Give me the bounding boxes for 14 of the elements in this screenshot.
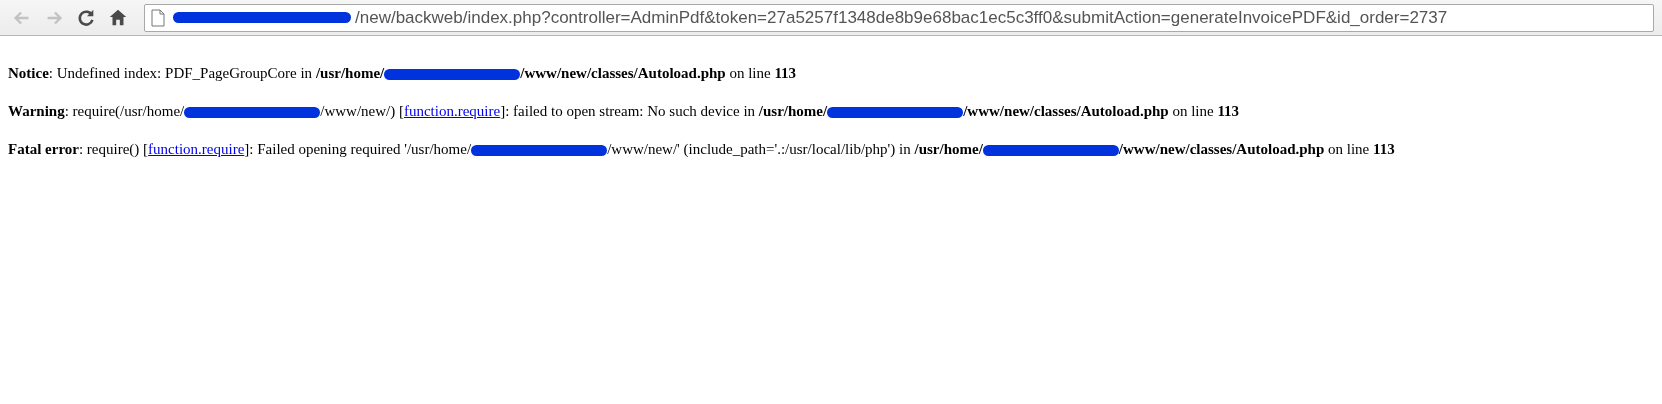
page-icon bbox=[151, 8, 165, 27]
error-text: /www/new/classes/Autoload.php on line 113 bbox=[1118, 141, 1395, 157]
doc-link[interactable]: function.require bbox=[403, 103, 501, 119]
error-text: ]: failed to open stream: No such device in /usr/home/ bbox=[500, 103, 828, 119]
error-text: ]: Failed opening required '/usr/home/ bbox=[244, 141, 472, 157]
error-text: Notice: Undefined index: PDF_PageGroupCore in /usr/home/ bbox=[8, 65, 385, 81]
error-text: /www/new/classes/Autoload.php on line 113 bbox=[520, 65, 797, 81]
error-text: Fatal error: require() [ bbox=[8, 141, 149, 157]
doc-link[interactable]: function.require bbox=[148, 141, 245, 157]
error-text: /www/new/classes/Autoload.php on line 113 bbox=[963, 103, 1240, 119]
address-bar[interactable]: /new/backweb/index.php?controller=AdminPdf&token=27a5257f1348de8b9e68bac1ec5c3ff0&submitAction=generateInvoicePDF&id_order=2737 bbox=[144, 3, 1654, 32]
error-text: /www/new/' (include_path='.:/usr/local/lib/php') in /usr/home/ bbox=[607, 141, 983, 157]
error-text: Warning: require(/usr/home/ bbox=[8, 103, 185, 119]
error-text: /www/new/) [ bbox=[320, 103, 404, 119]
